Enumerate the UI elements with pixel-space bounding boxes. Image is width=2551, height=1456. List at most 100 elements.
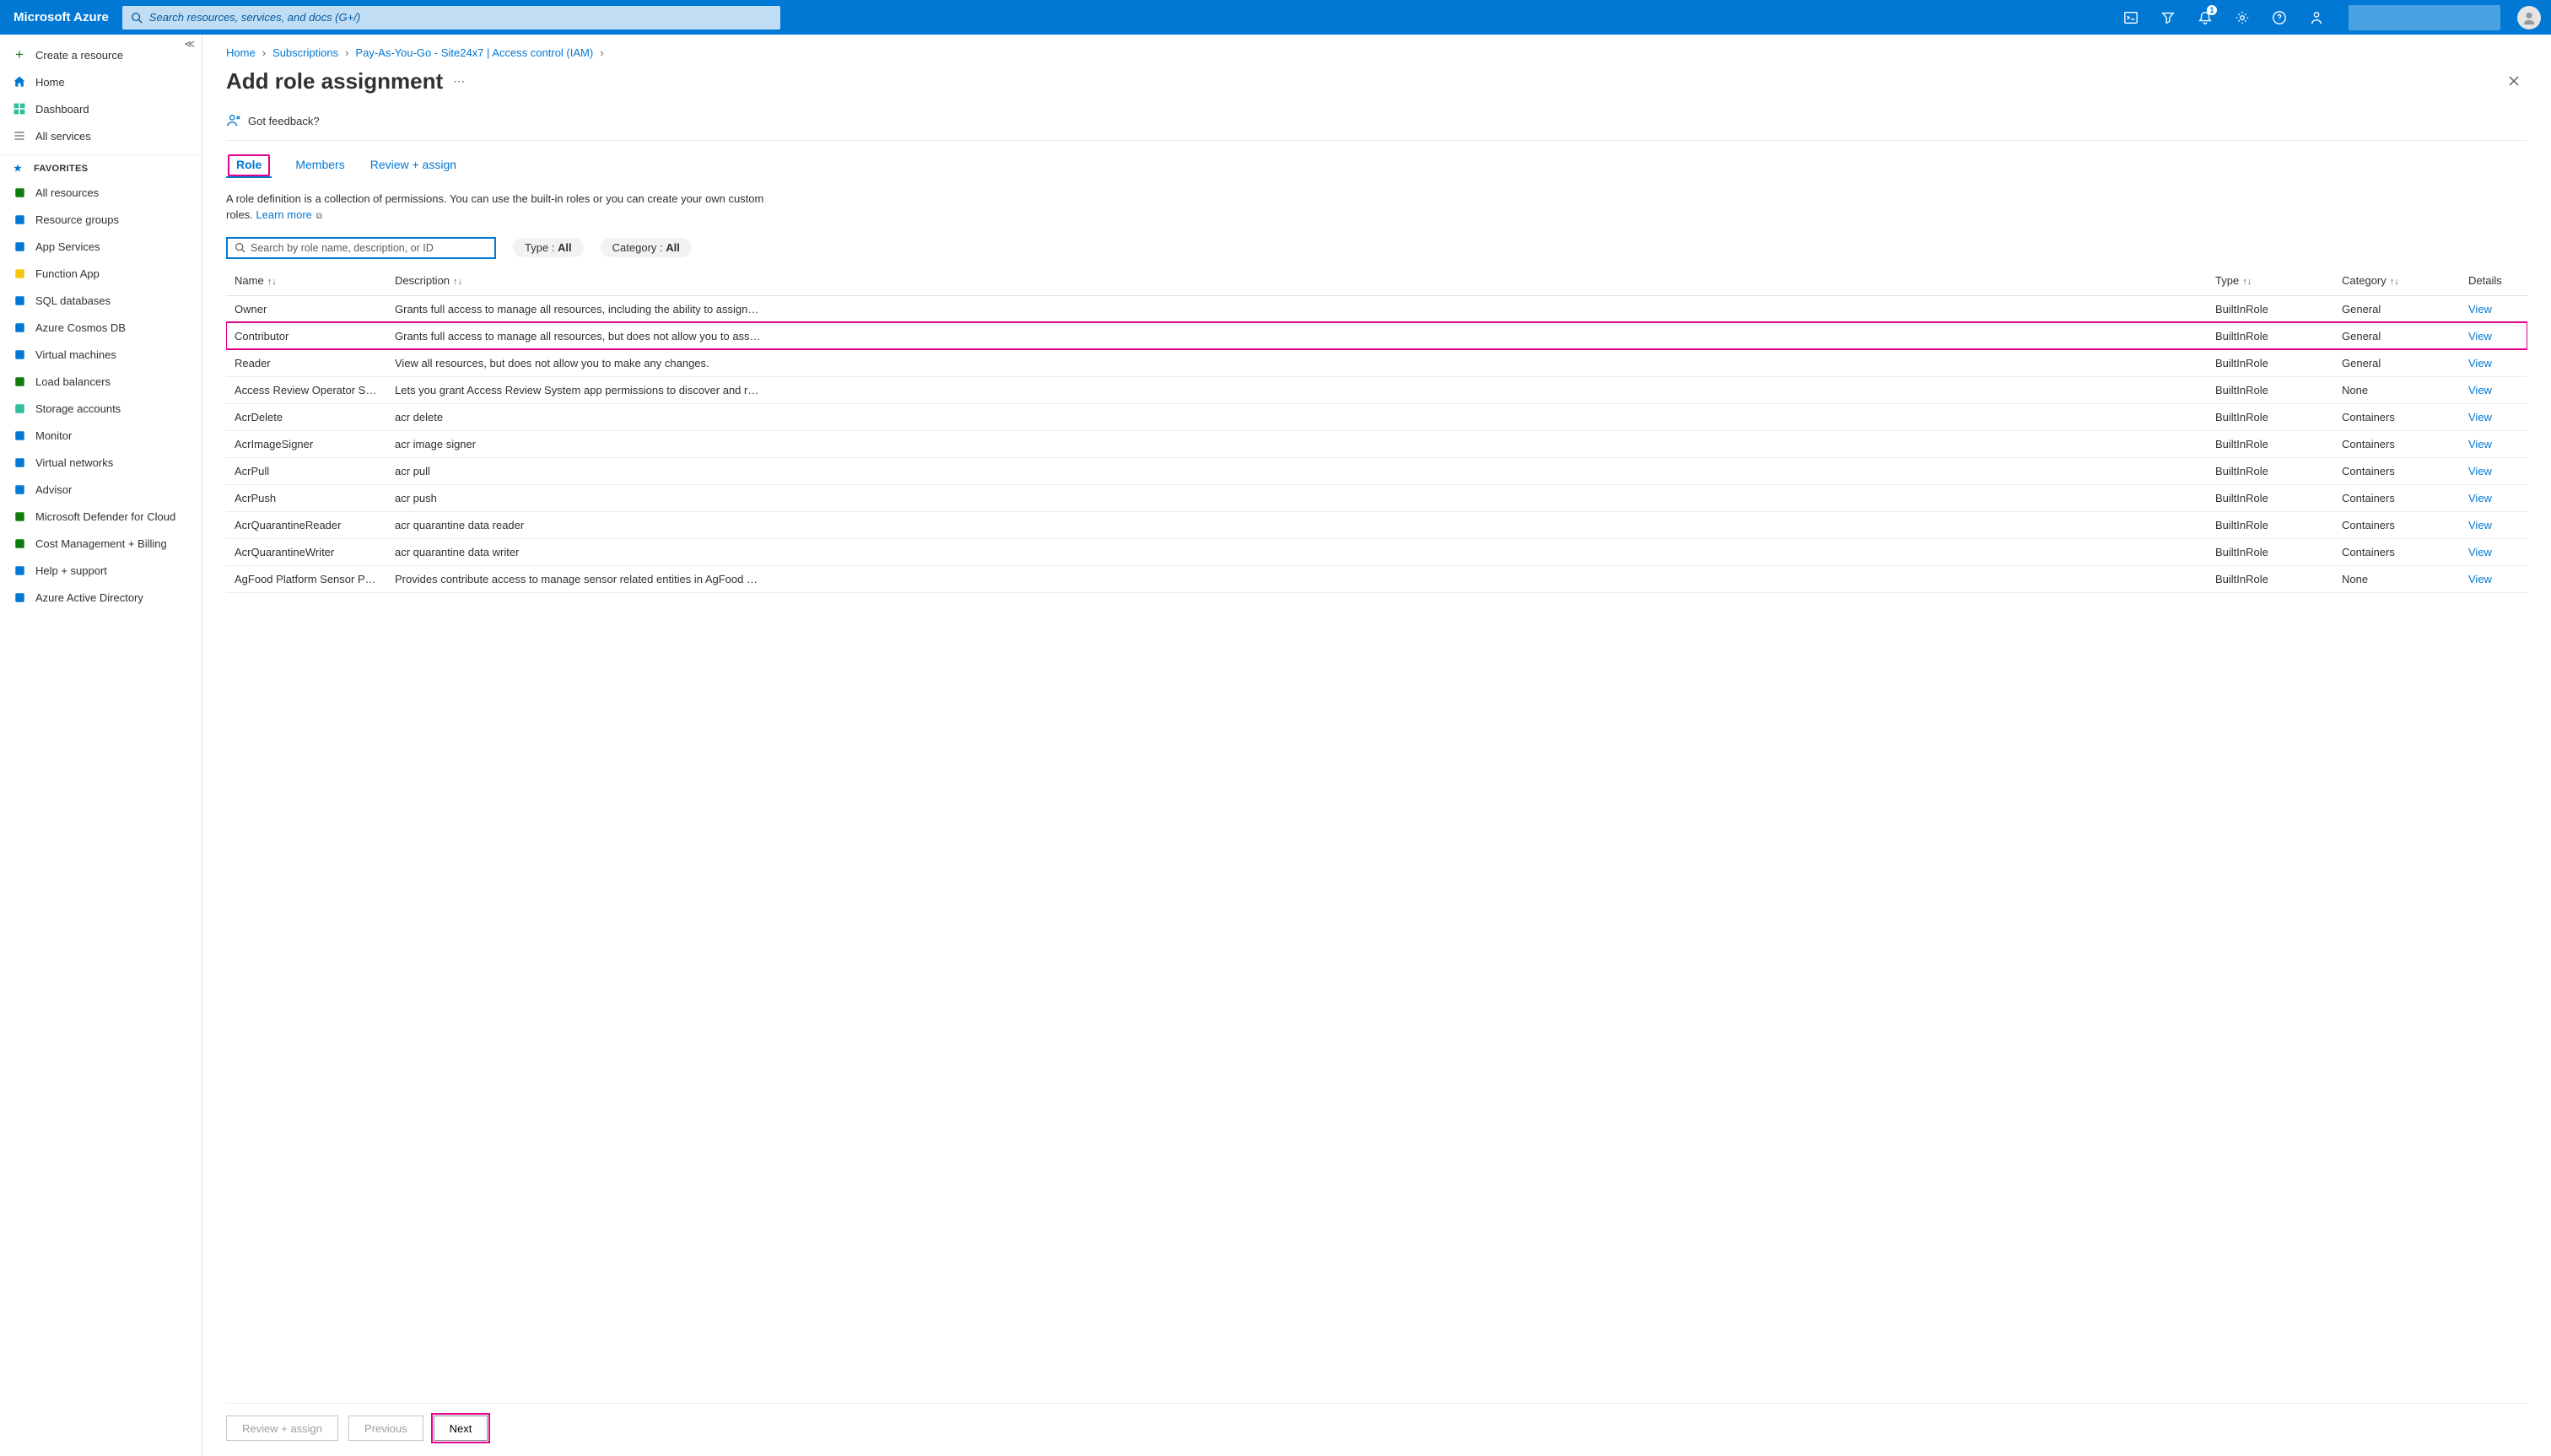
- favorites-label: FAVORITES: [34, 164, 88, 174]
- cell-category: General: [2333, 322, 2460, 349]
- cell-type: BuiltInRole: [2207, 430, 2333, 457]
- view-link[interactable]: View: [2468, 411, 2492, 423]
- sidebar-item[interactable]: All services: [0, 122, 202, 149]
- sidebar-item[interactable]: Load balancers: [0, 368, 202, 395]
- view-link[interactable]: View: [2468, 438, 2492, 450]
- nav-icon: +: [12, 47, 27, 62]
- global-search[interactable]: [122, 6, 780, 30]
- feedback-link[interactable]: Got feedback?: [226, 108, 2527, 141]
- top-icons: 1: [2116, 0, 2332, 35]
- breadcrumb-item[interactable]: Subscriptions: [272, 46, 338, 59]
- sidebar-item[interactable]: Dashboard: [0, 95, 202, 122]
- cell-category: Containers: [2333, 403, 2460, 430]
- table-row[interactable]: ReaderView all resources, but does not a…: [226, 349, 2527, 376]
- type-filter[interactable]: Type : All: [513, 238, 584, 257]
- role-search-input[interactable]: [251, 242, 488, 254]
- sidebar-item[interactable]: Help + support: [0, 557, 202, 584]
- tab-role[interactable]: Role: [226, 153, 272, 180]
- sidebar-item[interactable]: SQL databases: [0, 287, 202, 314]
- nav-icon: [12, 509, 27, 524]
- more-actions-button[interactable]: ⋯: [453, 74, 466, 89]
- table-row[interactable]: OwnerGrants full access to manage all re…: [226, 295, 2527, 322]
- cell-category: Containers: [2333, 511, 2460, 538]
- col-description[interactable]: Description↑↓: [386, 267, 2207, 296]
- notifications-icon[interactable]: 1: [2190, 0, 2220, 35]
- sidebar-item[interactable]: Resource groups: [0, 206, 202, 233]
- avatar[interactable]: [2517, 6, 2541, 30]
- col-type[interactable]: Type↑↓: [2207, 267, 2333, 296]
- sidebar-item[interactable]: Storage accounts: [0, 395, 202, 422]
- table-row[interactable]: AcrPushacr pushBuiltInRoleContainersView: [226, 484, 2527, 511]
- nav-label: Virtual networks: [35, 456, 113, 469]
- sidebar-item[interactable]: Azure Active Directory: [0, 584, 202, 611]
- category-filter[interactable]: Category : All: [601, 238, 692, 257]
- cell-name: AcrPush: [226, 484, 386, 511]
- collapse-sidebar-button[interactable]: ≪: [184, 38, 195, 50]
- sidebar-item[interactable]: Cost Management + Billing: [0, 530, 202, 557]
- table-row[interactable]: Access Review Operator Ser…Lets you gran…: [226, 376, 2527, 403]
- filter-icon[interactable]: [2153, 0, 2183, 35]
- breadcrumb-item[interactable]: Pay-As-You-Go - Site24x7 | Access contro…: [355, 46, 593, 59]
- nav-label: Storage accounts: [35, 402, 121, 415]
- table-row[interactable]: AgFood Platform Sensor Pa…Provides contr…: [226, 565, 2527, 592]
- breadcrumb-item[interactable]: Home: [226, 46, 256, 59]
- review-assign-button[interactable]: Review + assign: [226, 1416, 338, 1441]
- tab-members[interactable]: Members: [294, 153, 346, 180]
- learn-more-link[interactable]: Learn more ⧉: [256, 208, 321, 221]
- sidebar-item[interactable]: Virtual networks: [0, 449, 202, 476]
- view-link[interactable]: View: [2468, 465, 2492, 477]
- view-link[interactable]: View: [2468, 573, 2492, 585]
- previous-button[interactable]: Previous: [348, 1416, 423, 1441]
- next-button[interactable]: Next: [434, 1416, 488, 1441]
- nav-label: Resource groups: [35, 213, 119, 226]
- tab-review-assign[interactable]: Review + assign: [369, 153, 458, 180]
- table-row[interactable]: AcrPullacr pullBuiltInRoleContainersView: [226, 457, 2527, 484]
- topbar: Microsoft Azure 1: [0, 0, 2551, 35]
- view-link[interactable]: View: [2468, 330, 2492, 342]
- global-search-input[interactable]: [149, 11, 772, 24]
- cell-type: BuiltInRole: [2207, 322, 2333, 349]
- nav-icon: [12, 374, 27, 389]
- sidebar-item[interactable]: Microsoft Defender for Cloud: [0, 503, 202, 530]
- sidebar-item[interactable]: Monitor: [0, 422, 202, 449]
- chevron-right-icon: ›: [262, 46, 266, 59]
- nav-label: All services: [35, 130, 91, 143]
- close-blade-button[interactable]: [2500, 67, 2527, 94]
- help-icon[interactable]: [2264, 0, 2295, 35]
- nav-icon: [12, 590, 27, 605]
- col-name[interactable]: Name↑↓: [226, 267, 386, 296]
- settings-icon[interactable]: [2227, 0, 2257, 35]
- sidebar-item[interactable]: App Services: [0, 233, 202, 260]
- table-row[interactable]: AcrDeleteacr deleteBuiltInRoleContainers…: [226, 403, 2527, 430]
- sidebar-item[interactable]: Virtual machines: [0, 341, 202, 368]
- nav-label: Create a resource: [35, 49, 123, 62]
- nav-label: All resources: [35, 186, 99, 199]
- view-link[interactable]: View: [2468, 546, 2492, 558]
- sidebar-item[interactable]: Home: [0, 68, 202, 95]
- col-category[interactable]: Category↑↓: [2333, 267, 2460, 296]
- table-row[interactable]: AcrQuarantineReaderacr quarantine data r…: [226, 511, 2527, 538]
- nav-label: App Services: [35, 240, 100, 253]
- page-title: Add role assignment: [226, 68, 443, 94]
- table-row[interactable]: ContributorGrants full access to manage …: [226, 322, 2527, 349]
- view-link[interactable]: View: [2468, 384, 2492, 396]
- cell-name: Owner: [226, 295, 386, 322]
- sidebar-item[interactable]: Azure Cosmos DB: [0, 314, 202, 341]
- view-link[interactable]: View: [2468, 519, 2492, 531]
- chevron-right-icon: ›: [345, 46, 348, 59]
- sidebar-item[interactable]: + Create a resource: [0, 41, 202, 68]
- feedback-icon[interactable]: [2301, 0, 2332, 35]
- account-area[interactable]: [2349, 5, 2500, 30]
- cloudshell-icon[interactable]: [2116, 0, 2146, 35]
- view-link[interactable]: View: [2468, 303, 2492, 315]
- table-row[interactable]: AcrImageSigneracr image signerBuiltInRol…: [226, 430, 2527, 457]
- view-link[interactable]: View: [2468, 492, 2492, 504]
- sidebar-item[interactable]: Function App: [0, 260, 202, 287]
- cell-description: Lets you grant Access Review System app …: [386, 376, 2207, 403]
- view-link[interactable]: View: [2468, 357, 2492, 369]
- sort-icon: ↑↓: [267, 277, 277, 287]
- role-search[interactable]: [226, 237, 496, 259]
- sidebar-item[interactable]: Advisor: [0, 476, 202, 503]
- table-row[interactable]: AcrQuarantineWriteracr quarantine data w…: [226, 538, 2527, 565]
- sidebar-item[interactable]: All resources: [0, 179, 202, 206]
